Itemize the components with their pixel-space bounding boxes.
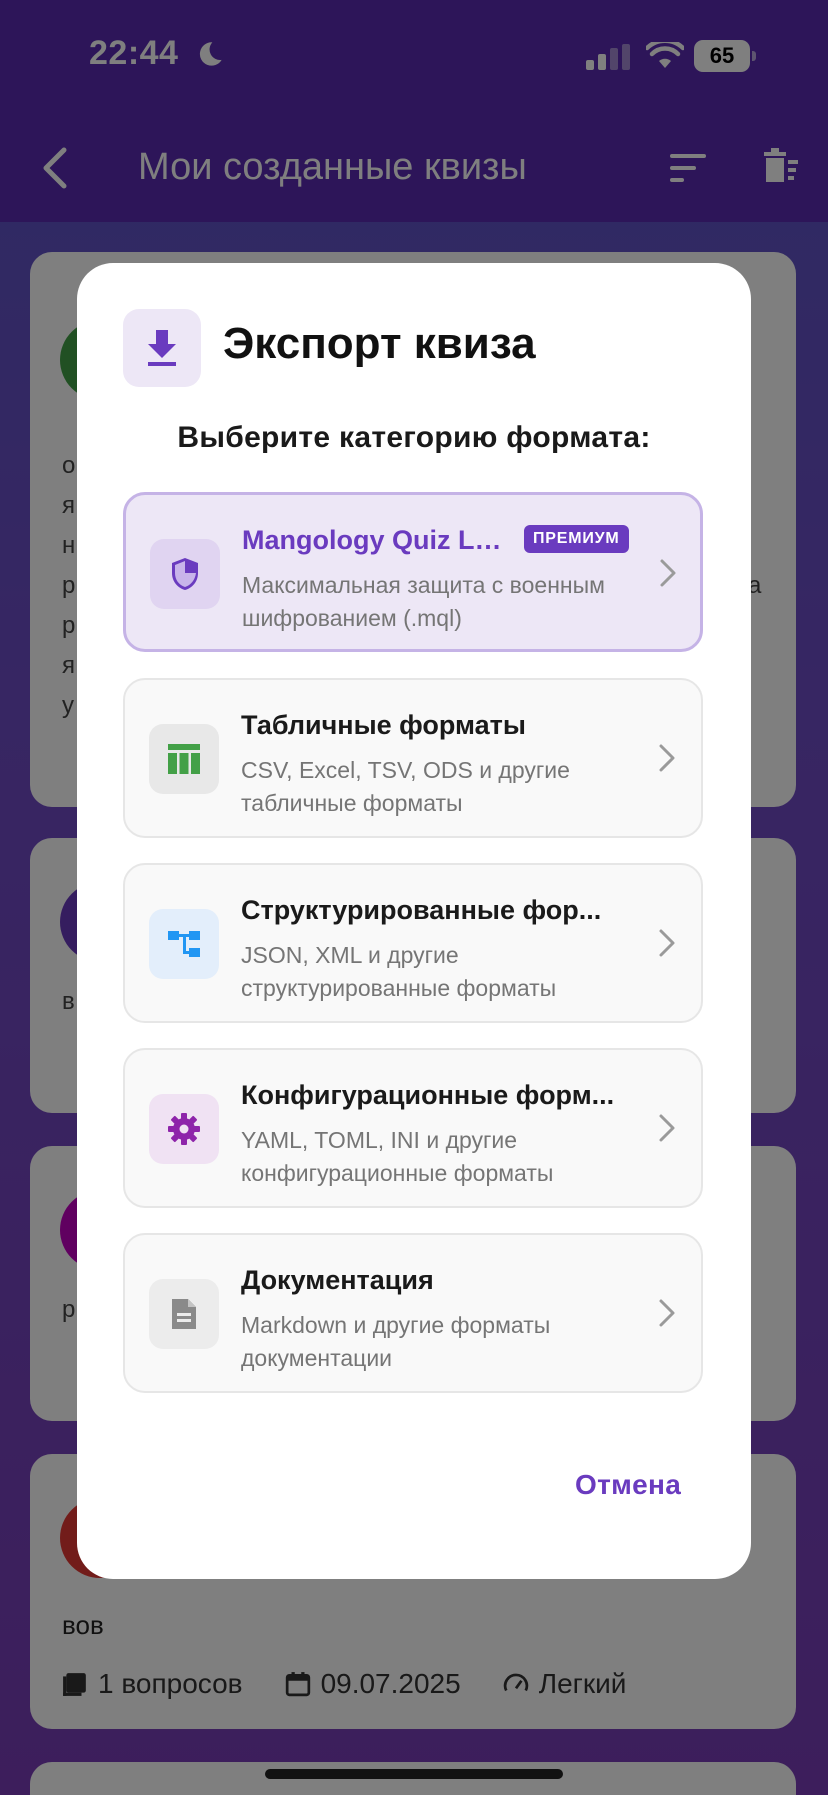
format-option-mangology[interactable]: Mangology Quiz Lo... ПРЕМИУМ Максимальна… <box>123 492 703 652</box>
download-icon <box>123 309 201 387</box>
tree-structure-icon <box>149 909 219 979</box>
format-option-title: Документация <box>241 1265 434 1295</box>
format-option-config[interactable]: Конфигурационные форм... YAML, TOML, INI… <box>123 1048 703 1208</box>
chevron-right-icon <box>660 559 676 587</box>
export-dialog: Экспорт квиза Выберите категорию формата… <box>77 263 751 1579</box>
format-option-description: Максимальная защита с военным шифрование… <box>242 572 605 631</box>
home-indicator <box>265 1769 563 1779</box>
format-option-tables[interactable]: Табличные форматы CSV, Excel, TSV, ODS и… <box>123 678 703 838</box>
format-option-structured[interactable]: Структурированные фор... JSON, XML и дру… <box>123 863 703 1023</box>
dialog-title: Экспорт квиза <box>223 319 536 368</box>
chevron-right-icon <box>659 1299 675 1327</box>
premium-badge: ПРЕМИУМ <box>524 525 629 553</box>
format-option-title: Структурированные фор... <box>241 895 602 925</box>
format-option-documentation[interactable]: Документация Markdown и другие форматы д… <box>123 1233 703 1393</box>
format-option-title: Конфигурационные форм... <box>241 1080 615 1110</box>
dialog-subtitle: Выберите категорию формата: <box>177 421 651 454</box>
chevron-right-icon <box>659 929 675 957</box>
format-option-description: JSON, XML и другие структурированные фор… <box>241 942 557 1001</box>
document-icon <box>149 1279 219 1349</box>
format-option-description: Markdown и другие форматы документации <box>241 1312 551 1371</box>
chevron-right-icon <box>659 1114 675 1142</box>
shield-icon <box>150 539 220 609</box>
chevron-right-icon <box>659 744 675 772</box>
format-option-description: CSV, Excel, TSV, ODS и другие табличные … <box>241 757 570 816</box>
format-option-title: Табличные форматы <box>241 710 526 740</box>
cancel-button[interactable]: Отмена <box>575 1469 681 1501</box>
gear-icon <box>149 1094 219 1164</box>
format-option-title: Mangology Quiz Lo... <box>242 525 510 555</box>
table-icon <box>149 724 219 794</box>
format-option-description: YAML, TOML, INI и другие конфигурационны… <box>241 1127 554 1186</box>
